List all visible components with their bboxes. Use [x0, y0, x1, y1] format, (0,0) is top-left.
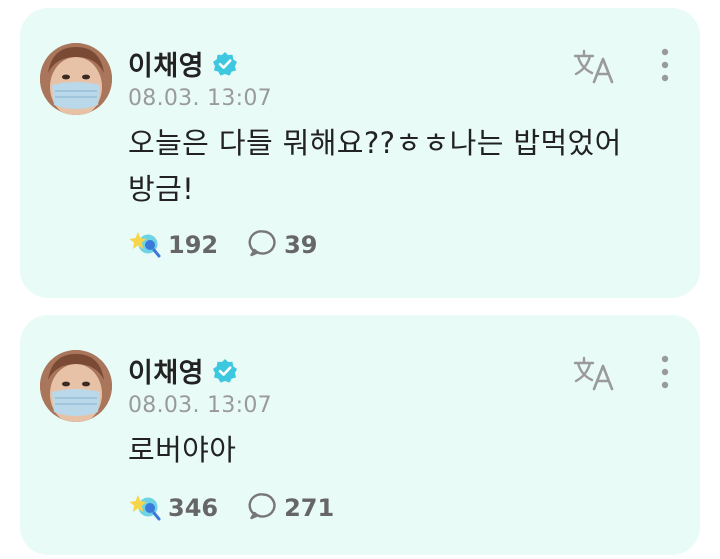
avatar[interactable] — [40, 43, 112, 115]
post-text-line: 로버야아 — [128, 433, 237, 467]
comment-button[interactable]: 39 — [248, 228, 318, 262]
post-timestamp: 08.03. 13:07 — [128, 393, 272, 418]
verified-badge-icon — [212, 51, 238, 77]
post-card[interactable]: 이채영 08.03. 13:07 로버야아 346 271 — [20, 315, 700, 555]
comment-bubble-icon — [248, 491, 278, 525]
post-actions: 346 271 — [128, 491, 334, 525]
post-text-line: 오늘은 다들 뭐해요??ㅎㅎ나는 밥먹었어 — [128, 126, 622, 160]
avatar[interactable] — [40, 350, 112, 422]
post-timestamp: 08.03. 13:07 — [128, 86, 272, 111]
post-card[interactable]: 이채영 08.03. 13:07 오늘은 다들 뭐해요??ㅎㅎ나는 밥먹었어 방… — [20, 8, 700, 298]
author-row: 이채영 — [128, 351, 238, 390]
more-vertical-icon[interactable] — [658, 46, 672, 86]
translate-icon[interactable] — [572, 353, 616, 393]
feed: 이채영 08.03. 13:07 오늘은 다들 뭐해요??ㅎㅎ나는 밥먹었어 방… — [0, 0, 720, 559]
reaction-button[interactable]: 192 — [128, 228, 218, 262]
more-vertical-icon[interactable] — [658, 353, 672, 393]
comment-bubble-icon — [248, 228, 278, 262]
post-text-line: 방금! — [128, 172, 195, 206]
verified-badge-icon — [212, 358, 238, 384]
post-text: 로버야아 — [128, 427, 668, 473]
reaction-count: 192 — [168, 231, 219, 259]
author-name[interactable]: 이채영 — [128, 351, 204, 390]
post-text: 오늘은 다들 뭐해요??ㅎㅎ나는 밥먹었어 방금! — [128, 120, 668, 212]
reaction-count: 346 — [168, 494, 219, 522]
comment-count: 39 — [284, 231, 318, 259]
author-name[interactable]: 이채영 — [128, 44, 204, 83]
reaction-button[interactable]: 346 — [128, 491, 218, 525]
post-actions: 192 39 — [128, 228, 318, 262]
sparkle-reaction-icon — [128, 228, 162, 262]
comment-count: 271 — [284, 494, 335, 522]
comment-button[interactable]: 271 — [248, 491, 334, 525]
translate-icon[interactable] — [572, 46, 616, 86]
author-row: 이채영 — [128, 44, 238, 83]
sparkle-reaction-icon — [128, 491, 162, 525]
